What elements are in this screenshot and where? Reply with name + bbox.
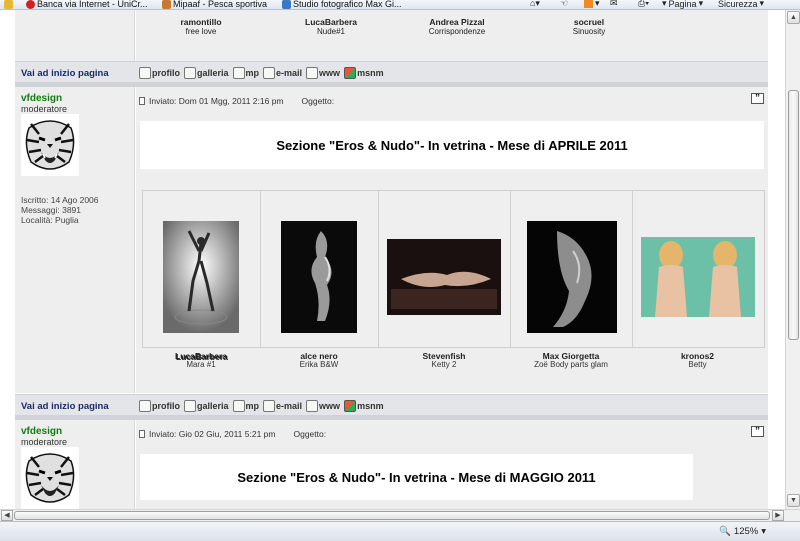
mail-icon[interactable]: ✉: [610, 0, 618, 9]
profile-icon: [139, 399, 151, 412]
print-icon[interactable]: ⎙▾: [638, 0, 649, 9]
status-bar: 🔍 125% ▾: [0, 521, 800, 541]
post-header: Inviato: Gio 02 Giu, 2011 5:21 pm Oggett…: [139, 429, 326, 439]
scroll-up-icon[interactable]: ▲: [787, 11, 800, 24]
post-title-banner: Sezione "Eros & Nudo"- In vetrina - Mese…: [140, 454, 693, 500]
msn-icon: [344, 399, 357, 412]
photo-title: Zoë Body parts glam: [534, 360, 608, 369]
gallery-button[interactable]: galleria: [184, 66, 229, 79]
photo-title: Mara #1: [186, 360, 216, 369]
post-title-banner: Sezione "Eros & Nudo"- In vetrina - Mese…: [140, 121, 764, 169]
gallery-caption: ramontillo free love: [180, 17, 222, 36]
gallery-icon: [184, 66, 196, 79]
horizontal-scrollbar[interactable]: ◀ ▶: [0, 509, 800, 521]
poster-column: [15, 10, 135, 61]
at-icon: [263, 66, 276, 79]
www-button[interactable]: www: [306, 66, 340, 79]
scroll-left-icon[interactable]: ◀: [1, 510, 13, 521]
envelope-icon: [232, 66, 245, 79]
security-menu[interactable]: Sicurezza ▾: [718, 0, 764, 9]
scroll-thumb[interactable]: [788, 90, 799, 340]
favorites-star-icon[interactable]: [4, 0, 13, 9]
msnm-button[interactable]: msnm: [344, 66, 384, 79]
gallery-photo[interactable]: [527, 221, 617, 333]
forum-table: ramontillo free love LucaBarbera Nude#1 …: [15, 10, 768, 509]
pm-button[interactable]: mp: [232, 66, 259, 79]
home-icon[interactable]: ⌂▾: [530, 0, 540, 9]
chevron-down-icon: ▾: [761, 526, 766, 537]
house-icon: [306, 399, 319, 412]
page-content: ramontillo free love LucaBarbera Nude#1 …: [0, 10, 785, 509]
photo-title: Betty: [688, 360, 707, 369]
at-icon: [263, 399, 276, 412]
post-icon: [139, 97, 145, 105]
favorite-link-mipaaf[interactable]: Mipaaf - Pesca sportiva: [162, 0, 267, 9]
site-favicon-icon: [26, 0, 35, 9]
profile-icon: [139, 66, 151, 79]
back-to-top-link[interactable]: Vai ad inizio pagina: [21, 68, 109, 79]
scroll-right-icon[interactable]: ▶: [772, 510, 784, 521]
gallery-cell: [633, 191, 764, 347]
profile-button[interactable]: profilo: [139, 66, 180, 79]
envelope-icon: [232, 399, 245, 412]
poster-column: vfdesign moderatore: [15, 420, 135, 509]
post-body: Inviato: Gio 02 Giu, 2011 5:21 pm Oggett…: [136, 420, 768, 509]
gallery-table: LucaBarbera: [142, 190, 765, 362]
poster-rank: moderatore: [21, 104, 68, 114]
gallery-icon: [184, 399, 196, 412]
gallery-cell: [379, 191, 511, 347]
gallery-caption: LucaBarbera Nude#1: [305, 17, 357, 36]
photo-title: Erika B&W: [299, 360, 339, 369]
gallery-caption: socruel Sinuosity: [572, 17, 606, 36]
site-favicon-icon: [282, 0, 291, 9]
poster-column: vfdesign moderatore Iscritto: 14 Ago 200…: [15, 87, 135, 393]
avatar: [21, 114, 79, 176]
post-body: ramontillo free love LucaBarbera Nude#1 …: [136, 10, 768, 61]
scroll-down-icon[interactable]: ▼: [787, 494, 800, 507]
gallery-button[interactable]: galleria: [184, 399, 229, 412]
zoom-control[interactable]: 🔍 125% ▾: [719, 526, 766, 537]
post-header: Inviato: Dom 01 Mgg, 2011 2:16 pm Oggett…: [139, 96, 334, 106]
gallery-photo[interactable]: [163, 221, 239, 333]
poster-rank: moderatore: [21, 437, 68, 447]
email-button[interactable]: e-mail: [263, 66, 302, 79]
poster-name[interactable]: vfdesign: [21, 93, 62, 104]
gallery-photo[interactable]: [387, 239, 501, 315]
post-footer: Vai ad inizio pagina profilo galleria mp…: [15, 61, 768, 83]
vertical-scrollbar[interactable]: ▲ ▼: [785, 10, 800, 509]
gallery-photo[interactable]: [641, 237, 755, 317]
favorites-bar: Banca via Internet - UniCr... Mipaaf - P…: [0, 0, 800, 10]
quote-button[interactable]: ”: [751, 93, 764, 104]
poster-info: Iscritto: 14 Ago 2006 Messaggi: 3891 Loc…: [21, 195, 99, 225]
favorite-link-unicredit[interactable]: Banca via Internet - UniCr...: [26, 0, 148, 9]
back-to-top-link[interactable]: Vai ad inizio pagina: [21, 401, 109, 412]
site-favicon-icon: [162, 0, 171, 9]
gallery-cell: [261, 191, 379, 347]
msn-icon: [344, 66, 357, 79]
pm-button[interactable]: mp: [232, 399, 259, 412]
gallery-cell: LucaBarbera: [143, 191, 261, 362]
www-button[interactable]: www: [306, 399, 340, 412]
poster-name[interactable]: vfdesign: [21, 426, 62, 437]
gallery-photo[interactable]: [281, 221, 357, 333]
quote-button[interactable]: ”: [751, 426, 764, 437]
avatar: [21, 447, 79, 509]
page-menu[interactable]: ▾ Pagina ▾: [662, 0, 703, 9]
profile-button[interactable]: profilo: [139, 399, 180, 412]
msnm-button[interactable]: msnm: [344, 399, 384, 412]
gallery-cell: [511, 191, 633, 347]
gallery-caption: Andrea Pizzal Corrispondenze: [428, 17, 486, 36]
post-icon: [139, 430, 145, 438]
hand-icon[interactable]: ☜: [560, 0, 568, 9]
horizontal-scroll-thumb[interactable]: [14, 511, 770, 520]
house-icon: [306, 66, 319, 79]
email-button[interactable]: e-mail: [263, 399, 302, 412]
favorite-link-studio[interactable]: Studio fotografico Max Gi...: [282, 0, 402, 9]
post-footer: Vai ad inizio pagina profilo galleria mp…: [15, 394, 768, 416]
zoom-icon: 🔍: [719, 526, 731, 537]
rss-icon[interactable]: ▾: [584, 0, 600, 9]
photo-title: Ketty 2: [431, 360, 457, 369]
